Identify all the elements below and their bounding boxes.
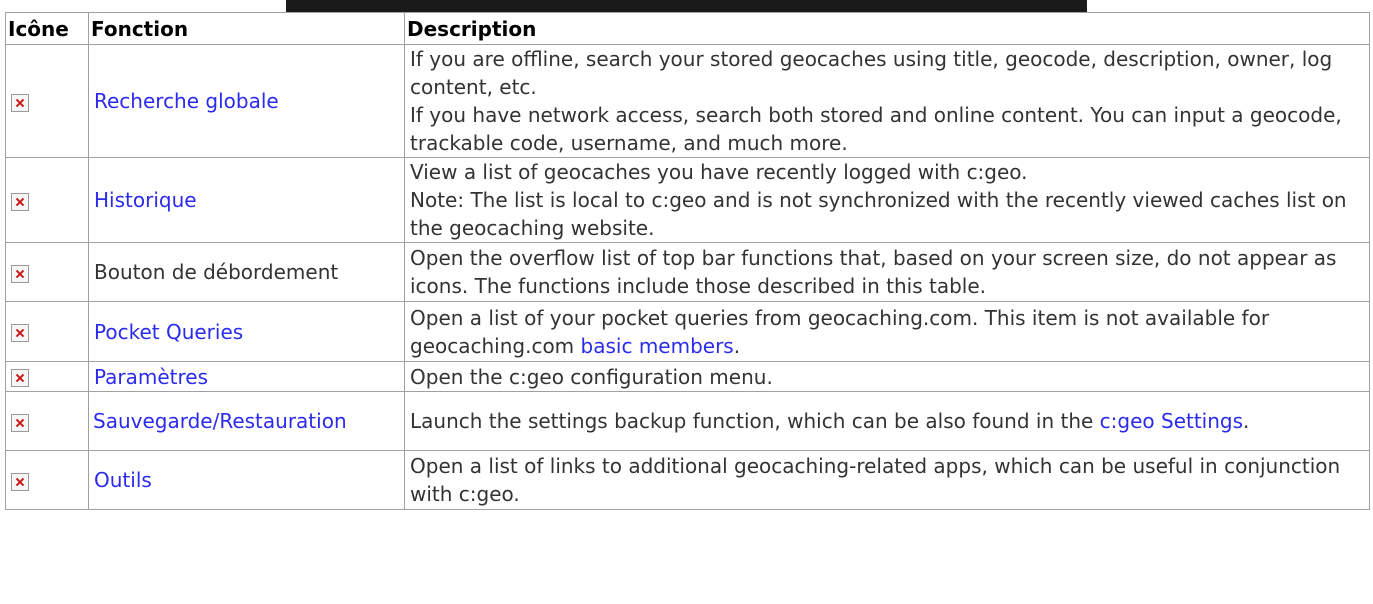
description-cell: View a list of geocaches you have recent… (404, 157, 1370, 243)
link-sauvegarde-restauration[interactable]: Sauvegarde/Restauration (93, 409, 347, 433)
broken-image-icon (11, 413, 29, 432)
table-row: Paramètres Open the c:geo configuration … (5, 361, 1370, 392)
function-cell: Paramètres (88, 361, 405, 392)
icon-cell (5, 301, 89, 362)
table-row: Sauvegarde/Restauration Launch the setti… (5, 391, 1370, 451)
icon-cell (5, 450, 89, 510)
function-cell: Pocket Queries (88, 301, 405, 362)
header-description: Description (404, 12, 1370, 45)
description-text: Open the overflow list of top bar functi… (410, 246, 1337, 298)
table-header-row: Icône Fonction Description (5, 12, 1370, 45)
description-text: Open the c:geo configuration menu. (410, 364, 773, 389)
table-row: Bouton de débordement Open the overflow … (5, 242, 1370, 302)
icon-cell (5, 44, 89, 158)
icon-cell (5, 157, 89, 243)
table-row: Outils Open a list of links to additiona… (5, 450, 1370, 510)
description-text: Open a list of your pocket queries from … (410, 305, 1270, 358)
header-function: Fonction (88, 12, 405, 45)
icon-cell (5, 361, 89, 392)
link-recherche-globale[interactable]: Recherche globale (94, 89, 279, 113)
broken-image-icon (11, 192, 29, 211)
description-text: . (733, 333, 741, 358)
link-pocket-queries[interactable]: Pocket Queries (94, 320, 243, 344)
description-text: . (1243, 409, 1250, 433)
description-cell: Open a list of links to additional geoca… (404, 450, 1370, 510)
link-outils[interactable]: Outils (94, 468, 152, 492)
description-text: If you are offline, search your stored g… (410, 47, 1333, 99)
table-row: Recherche globale If you are offline, se… (5, 44, 1370, 158)
link-basic-members[interactable]: basic members (581, 334, 734, 358)
broken-image-icon (11, 93, 29, 112)
broken-image-icon (11, 369, 29, 387)
description-cell: If you are offline, search your stored g… (404, 44, 1370, 158)
link-cgeo-settings[interactable]: c:geo Settings (1100, 409, 1243, 433)
function-cell: Bouton de débordement (88, 242, 405, 302)
header-icon: Icône (5, 12, 89, 45)
description-cell: Open a list of your pocket queries from … (404, 301, 1370, 362)
description-text: Open a list of links to additional geoca… (410, 454, 1341, 506)
broken-image-icon (11, 324, 29, 342)
broken-image-icon (11, 472, 29, 491)
function-cell: Historique (88, 157, 405, 243)
description-text: View a list of geocaches you have recent… (410, 160, 1028, 184)
function-cell: Sauvegarde/Restauration (88, 391, 405, 451)
description-cell: Open the c:geo configuration menu. (404, 361, 1370, 392)
description-text: If you have network access, search both … (410, 103, 1342, 155)
function-cell: Recherche globale (88, 44, 405, 158)
description-cell: Launch the settings backup function, whi… (404, 391, 1370, 451)
broken-image-icon (11, 264, 29, 283)
link-parametres[interactable]: Paramètres (94, 365, 208, 389)
description-text: Launch the settings backup function, whi… (410, 409, 1100, 433)
table-row: Historique View a list of geocaches you … (5, 157, 1370, 243)
function-cell: Outils (88, 450, 405, 510)
functions-table: Icône Fonction Description Recherche glo… (5, 12, 1370, 510)
table-row: Pocket Queries Open a list of your pocke… (5, 301, 1370, 362)
description-text: Note: The list is local to c:geo and is … (410, 188, 1347, 240)
function-label-bouton-de-debordement: Bouton de débordement (94, 260, 339, 284)
icon-cell (5, 391, 89, 451)
icon-cell (5, 242, 89, 302)
link-historique[interactable]: Historique (94, 188, 197, 212)
description-cell: Open the overflow list of top bar functi… (404, 242, 1370, 302)
